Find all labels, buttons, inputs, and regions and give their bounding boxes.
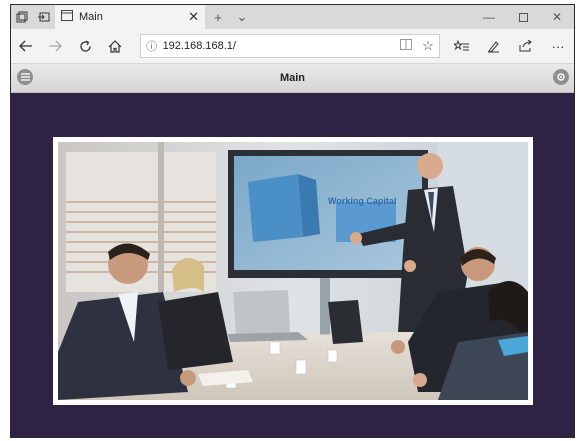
more-options-icon[interactable]: ··· (542, 29, 574, 63)
minimize-icon[interactable]: — (472, 5, 506, 29)
hamburger-menu-icon[interactable] (17, 69, 33, 85)
maximize-icon[interactable] (506, 5, 540, 29)
address-url[interactable]: 192.168.168.1/ (163, 40, 395, 52)
close-window-icon[interactable]: ✕ (540, 5, 574, 29)
back-icon[interactable] (11, 29, 41, 63)
share-icon[interactable] (510, 29, 542, 63)
browser-tools: ··· (446, 29, 574, 63)
meeting-photo: Working Capital (58, 142, 528, 400)
tab-title: Main (79, 11, 103, 23)
main-content: Working Capital (11, 93, 574, 437)
set-aside-tabs-icon[interactable] (33, 5, 55, 29)
window-controls: — ✕ (472, 5, 574, 29)
tab-list-chevron-icon[interactable]: ⌄ (231, 5, 253, 29)
tab-main[interactable]: Main ✕ (55, 5, 205, 29)
gear-icon[interactable] (553, 69, 569, 85)
navigation-bar: ⓘ 192.168.168.1/ ☆ ··· (11, 29, 574, 64)
reading-view-icon[interactable] (395, 39, 417, 53)
refresh-icon[interactable] (70, 29, 100, 63)
page-title: Main (279, 72, 306, 84)
address-bar[interactable]: ⓘ 192.168.168.1/ ☆ (139, 34, 440, 58)
tab-actions-icon[interactable] (11, 5, 33, 29)
page-icon (61, 10, 73, 24)
welcome-image-frame: Working Capital (53, 137, 533, 405)
forward-icon[interactable] (41, 29, 71, 63)
title-bar: Main ✕ + ⌄ — ✕ (11, 5, 574, 29)
favorite-star-icon[interactable]: ☆ (417, 38, 439, 54)
tab-close-icon[interactable]: ✕ (188, 9, 199, 25)
browser-window: Main ✕ + ⌄ — ✕ ⓘ 192.168.168.1/ ☆ ··· Ma… (10, 4, 575, 438)
web-note-pen-icon[interactable] (478, 29, 510, 63)
screen-text: Working Capital (328, 196, 396, 206)
home-icon[interactable] (100, 29, 130, 63)
new-tab-button[interactable]: + (205, 5, 231, 29)
app-header: Main (11, 64, 574, 93)
site-info-icon[interactable]: ⓘ (141, 38, 163, 54)
favorites-hub-icon[interactable] (446, 29, 478, 63)
